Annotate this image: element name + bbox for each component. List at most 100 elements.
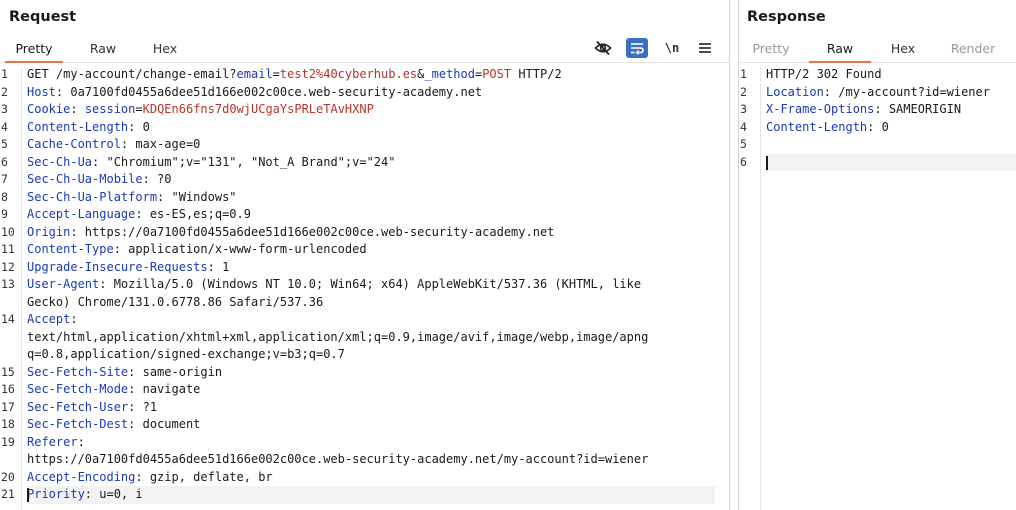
code-text: GET /my-account/change-email? (27, 67, 237, 81)
code-text: : (77, 434, 85, 449)
code-text: HTTP/2 (511, 67, 562, 81)
header-name: Accept-Language (27, 207, 136, 221)
eye-slash-icon[interactable] (592, 38, 614, 58)
response-code-line[interactable]: 1 HTTP/2 302 Found (740, 66, 1016, 84)
code-text: : same-origin (128, 364, 223, 379)
request-tab-pretty[interactable]: Pretty (5, 36, 63, 63)
hamburger-menu-icon[interactable] (694, 38, 716, 58)
request-code-line[interactable]: 16 Sec-Fetch-Mode: navigate (1, 381, 715, 399)
request-code[interactable]: 1 GET /my-account/change-email?email=test… (1, 66, 715, 510)
code-text: : https://0a7100fd0455a6dee51d166e002c00… (70, 224, 555, 239)
pane-divider[interactable] (729, 0, 739, 510)
line-number: 2 (1, 84, 8, 99)
request-code-line[interactable]: 4 Content-Length: 0 (1, 119, 715, 137)
request-code-line[interactable]: 19 Referer: (1, 434, 715, 452)
request-code-line[interactable]: 11 Content-Type: application/x-www-form-u… (1, 241, 715, 259)
line-number: 9 (1, 207, 8, 221)
request-code-line[interactable]: 21 Priority: u=0, i (1, 486, 715, 504)
newline-toggle-icon[interactable]: \n (661, 38, 683, 58)
header-name: Host (27, 84, 56, 99)
param-value: POST (482, 67, 512, 81)
line-number: 13 (1, 277, 15, 291)
line-number: 12 (1, 259, 15, 274)
code-text: : ?0 (142, 172, 172, 186)
line-number: 6 (1, 154, 8, 169)
request-code-line[interactable]: 3 Cookie: session=KDQEn66fns7d0wjUCgaYsPR… (1, 101, 715, 119)
line-number: 4 (740, 119, 747, 134)
line-number: 5 (1, 137, 8, 151)
wrap-lines-icon[interactable] (626, 38, 648, 58)
request-code-line[interactable]: 9 Accept-Language: es-ES,es;q=0.9 (1, 206, 715, 224)
header-name: Sec-Fetch-Site (27, 364, 129, 379)
request-editor[interactable]: 1 GET /my-account/change-email?email=test… (0, 66, 729, 510)
code-text: : application/x-www-form-urlencoded (113, 242, 367, 256)
request-code-line[interactable]: 5 Cache-Control: max-age=0 (1, 136, 715, 154)
line-number: 4 (1, 119, 8, 134)
response-tab-raw[interactable]: Raw (809, 36, 871, 63)
header-name: Sec-Ch-Ua-Platform (27, 189, 158, 204)
response-code-line[interactable]: 2 Location: /my-account?id=wiener (740, 84, 1016, 102)
request-tab-hex[interactable]: Hex (142, 36, 188, 63)
header-name: Accept-Encoding (27, 469, 136, 484)
request-code-line[interactable]: 12 Upgrade-Insecure-Requests: 1 (1, 259, 715, 277)
line-number: 18 (1, 417, 15, 431)
header-name: Sec-Fetch-Mode (27, 382, 129, 396)
response-code[interactable]: 1 HTTP/2 302 Found 2 Location: /my-account?… (740, 66, 1016, 510)
request-code-line[interactable]: Gecko) Chrome/131.0.6778.86 Safari/537.3… (27, 294, 715, 312)
header-name: Upgrade-Insecure-Requests (27, 259, 208, 274)
param-name: session (84, 102, 136, 116)
request-code-line[interactable]: 17 Sec-Fetch-User: ?1 (1, 399, 715, 417)
request-pane: Request Pretty Raw Hex \n 1GET /my-acco (0, 0, 729, 510)
request-code-line[interactable]: text/html,application/xhtml+xml,applicat… (27, 329, 715, 347)
response-code-line[interactable]: 5 (740, 136, 1016, 154)
code-text: : SAMEORIGIN (874, 102, 962, 116)
line-number: 11 (1, 242, 15, 256)
request-code-line[interactable]: 6 Sec-Ch-Ua: "Chromium";v="131", "Not_A B… (1, 154, 715, 172)
request-code-line[interactable]: 20 Accept-Encoding: gzip, deflate, br (1, 469, 715, 487)
header-name: Priority (27, 487, 85, 501)
request-code-line[interactable]: 13 User-Agent: Mozilla/5.0 (Windows NT 10… (1, 276, 715, 294)
request-code-line[interactable]: 2 Host: 0a7100fd0455a6dee51d166e002c00ce.… (1, 84, 715, 102)
request-code-line[interactable]: 10 Origin: https://0a7100fd0455a6dee51d16… (1, 224, 715, 242)
line-number: 10 (1, 224, 15, 239)
line-number: 15 (1, 364, 15, 379)
code-text: : "Chromium";v="131", "Not_A Brand";v="2… (92, 154, 396, 169)
request-code-line[interactable]: 14 Accept: (1, 311, 715, 329)
response-tab-pretty[interactable]: Pretty (743, 36, 799, 63)
header-name: Cookie (27, 102, 71, 116)
response-code-line[interactable]: 3 X-Frame-Options: SAMEORIGIN (740, 101, 1016, 119)
line-number: 5 (740, 137, 747, 151)
newline-label: \n (664, 41, 680, 55)
code-text: : /my-account?id=wiener (823, 84, 990, 99)
param-value: KDQEn66fns7d0wjUCgaYsPRLeTAvHXNP (142, 102, 374, 116)
request-tab-raw[interactable]: Raw (78, 36, 128, 63)
request-code-line[interactable]: https://0a7100fd0455a6dee51d166e002c00ce… (27, 451, 715, 469)
header-name: Cache-Control (27, 137, 121, 151)
request-code-line[interactable]: 15 Sec-Fetch-Site: same-origin (1, 364, 715, 382)
response-tab-render[interactable]: Render (941, 36, 1005, 63)
line-number: 7 (1, 172, 8, 186)
code-text: : gzip, deflate, br (135, 469, 273, 484)
response-code-line[interactable]: 4 Content-Length: 0 (740, 119, 1016, 137)
line-number: 19 (1, 434, 15, 449)
response-code-line[interactable]: 6 (740, 153, 1016, 171)
response-tab-hex[interactable]: Hex (881, 36, 925, 63)
code-text: : 1 (207, 259, 230, 274)
code-text: = (135, 102, 143, 116)
response-editor[interactable]: 1 HTTP/2 302 Found 2 Location: /my-account?… (739, 66, 1016, 510)
request-code-line[interactable]: 7 Sec-Ch-Ua-Mobile: ?0 (1, 171, 715, 189)
request-code-line[interactable]: 8 Sec-Ch-Ua-Platform: "Windows" (1, 189, 715, 207)
request-code-line[interactable]: 1 GET /my-account/change-email?email=test… (1, 66, 715, 84)
code-text: : document (128, 417, 201, 431)
header-name: Sec-Fetch-Dest (27, 417, 129, 431)
response-pane: Response Pretty Raw Hex Render 1 HTTP/2 3… (739, 0, 1016, 510)
request-code-line[interactable]: 18 Sec-Fetch-Dest: document (1, 416, 715, 434)
code-text: : "Windows" (157, 189, 237, 204)
header-name: Content-Length (766, 119, 868, 134)
request-tabs: Pretty Raw Hex (0, 36, 729, 63)
param-value: test2%40cyberhub.es (279, 67, 418, 81)
code-text: : es-ES,es;q=0.9 (135, 207, 251, 221)
param-name: _method (424, 67, 475, 81)
request-code-line[interactable]: q=0.8,application/signed-exchange;v=b3;q… (27, 346, 715, 364)
line-number: 6 (740, 154, 747, 169)
